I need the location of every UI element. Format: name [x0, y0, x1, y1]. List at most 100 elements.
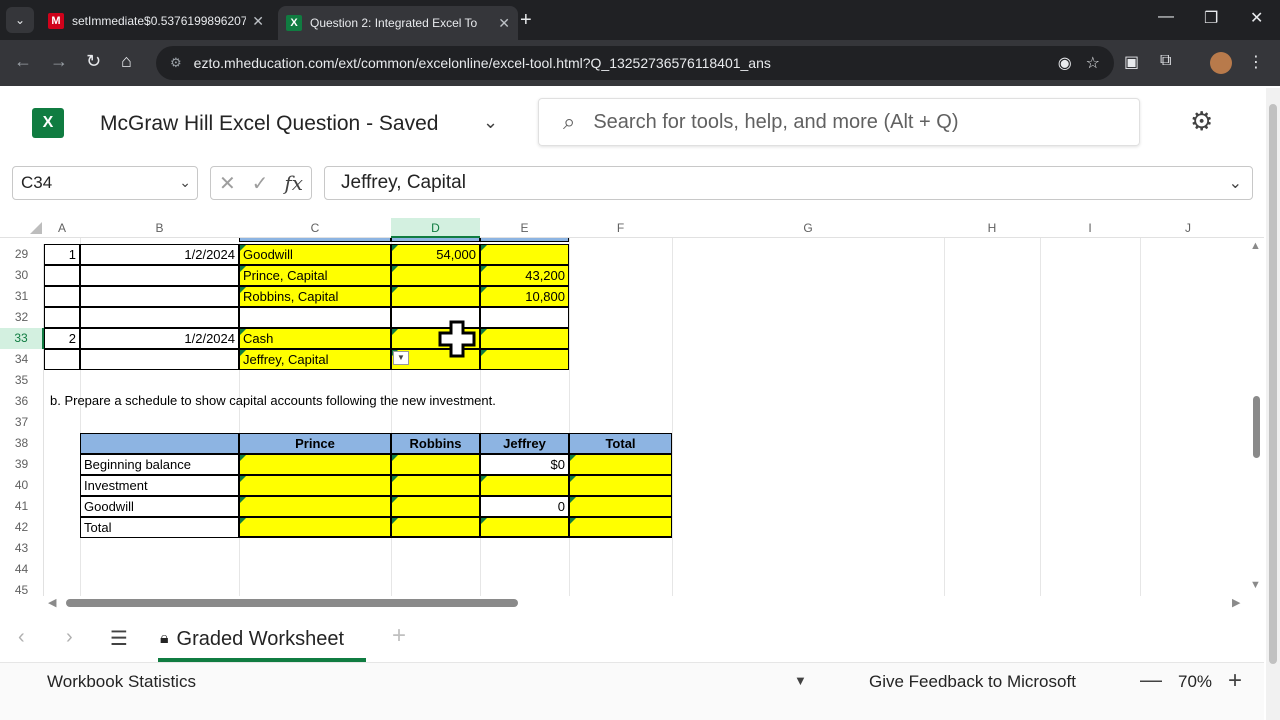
select-all-corner[interactable] — [30, 222, 42, 234]
worksheet-grid[interactable]: 29 30 31 32 33 34 35 36 37 38 39 40 41 4… — [0, 238, 1250, 596]
row-header[interactable]: 35 — [0, 370, 44, 391]
cell-b34[interactable] — [80, 349, 239, 370]
cell-d40[interactable] — [391, 475, 480, 496]
column-header-j[interactable]: J — [1140, 218, 1236, 238]
close-tab-icon[interactable]: ✕ — [498, 15, 510, 32]
cell-e32[interactable] — [480, 307, 569, 328]
scroll-left-icon[interactable]: ◀ — [48, 596, 56, 609]
cell-e31[interactable]: 10,800 — [480, 286, 569, 307]
column-header-i[interactable]: I — [1040, 218, 1140, 238]
cell-f40[interactable] — [569, 475, 672, 496]
forward-icon[interactable]: → — [50, 51, 68, 72]
new-tab-icon[interactable]: + — [520, 9, 532, 32]
give-feedback-link[interactable]: Give Feedback to Microsoft — [869, 672, 1076, 692]
row-header[interactable]: 43 — [0, 538, 44, 559]
chevron-down-icon[interactable]: ⌄ — [179, 174, 191, 191]
insert-function-icon[interactable]: fx — [284, 171, 303, 195]
formula-input[interactable]: Jeffrey, Capital ⌄ — [324, 166, 1253, 200]
gear-icon[interactable]: ⚙ — [1190, 106, 1213, 137]
minimize-icon[interactable]: — — [1158, 8, 1174, 26]
cancel-icon[interactable]: ✕ — [219, 171, 236, 196]
row-header[interactable]: 36 — [0, 391, 44, 412]
cell-a33[interactable]: 2 — [44, 328, 80, 349]
profile-avatar[interactable] — [1210, 52, 1232, 74]
cell-d31[interactable] — [391, 286, 480, 307]
cell-e33[interactable] — [480, 328, 569, 349]
row-header[interactable]: 29 — [0, 244, 44, 265]
cell-b29[interactable]: 1/2/2024 — [80, 244, 239, 265]
cell-e29[interactable] — [480, 244, 569, 265]
dropdown-arrow-icon[interactable]: ▼ — [393, 351, 409, 365]
row-header[interactable]: 37 — [0, 412, 44, 433]
column-header-f[interactable]: F — [569, 218, 672, 238]
row-header[interactable]: 31 — [0, 286, 44, 307]
next-sheet-icon[interactable]: › — [66, 626, 73, 649]
cell-a30[interactable] — [44, 265, 80, 286]
cell-c39[interactable] — [239, 454, 391, 475]
zoom-in-icon[interactable]: + — [1228, 667, 1242, 695]
column-header-a[interactable]: A — [44, 218, 80, 238]
cell-b31[interactable] — [80, 286, 239, 307]
row-header[interactable]: 45 — [0, 580, 44, 596]
zoom-out-icon[interactable]: — — [1140, 667, 1162, 693]
cell-c30[interactable]: Prince, Capital — [239, 265, 391, 286]
cell-d39[interactable] — [391, 454, 480, 475]
browser-tab-1[interactable]: M setImmediate$0.5376199896207 ✕ — [40, 6, 272, 36]
row-header[interactable]: 38 — [0, 433, 44, 454]
browser-tab-2[interactable]: X Question 2: Integrated Excel To ✕ — [278, 6, 518, 40]
row-header[interactable]: 39 — [0, 454, 44, 475]
home-icon[interactable]: ⌂ — [121, 51, 132, 72]
address-bar[interactable]: ⚙ ezto.mheducation.com/ext/common/excelo… — [156, 46, 1114, 80]
cell-f39[interactable] — [569, 454, 672, 475]
name-box[interactable]: C34 ⌄ — [12, 166, 198, 200]
tab-search-icon[interactable]: ⌄ — [6, 7, 34, 33]
cell-d42[interactable] — [391, 517, 480, 538]
browser-menu-icon[interactable]: ⋮ — [1248, 52, 1264, 72]
cell-d29[interactable]: 54,000 — [391, 244, 480, 265]
row-header[interactable]: 32 — [0, 307, 44, 328]
cell-e30[interactable]: 43,200 — [480, 265, 569, 286]
cell-c42[interactable] — [239, 517, 391, 538]
cell-a32[interactable] — [44, 307, 80, 328]
cell-e40[interactable] — [480, 475, 569, 496]
row-header[interactable]: 34 — [0, 349, 44, 370]
cell-c40[interactable] — [239, 475, 391, 496]
all-sheets-icon[interactable]: ☰ — [110, 626, 128, 651]
row-header[interactable]: 42 — [0, 517, 44, 538]
column-header-h[interactable]: H — [944, 218, 1040, 238]
cell-b32[interactable] — [80, 307, 239, 328]
column-header-c[interactable]: C — [239, 218, 391, 238]
zoom-level[interactable]: 70% — [1178, 672, 1212, 692]
back-icon[interactable]: ← — [14, 51, 32, 72]
sheet-tab-graded-worksheet[interactable]: 🔒︎ Graded Worksheet — [158, 620, 366, 662]
cell-e41[interactable]: 0 — [480, 496, 569, 517]
page-scrollbar-thumb[interactable] — [1269, 104, 1277, 664]
document-title[interactable]: McGraw Hill Excel Question - Saved — [100, 112, 438, 136]
cell-f41[interactable] — [569, 496, 672, 517]
bookmark-star-icon[interactable]: ☆ — [1086, 53, 1100, 73]
cell-e42[interactable] — [480, 517, 569, 538]
enter-icon[interactable]: ✓ — [252, 171, 269, 196]
cell-d30[interactable] — [391, 265, 480, 286]
site-info-icon[interactable]: ⚙ — [170, 55, 182, 71]
close-tab-icon[interactable]: ✕ — [252, 13, 264, 30]
scroll-up-icon[interactable]: ▲ — [1250, 240, 1261, 252]
cell-c41[interactable] — [239, 496, 391, 517]
horizontal-scrollbar-thumb[interactable] — [66, 599, 518, 607]
prev-sheet-icon[interactable]: ‹ — [18, 626, 25, 649]
column-header-b[interactable]: B — [80, 218, 239, 238]
row-header[interactable]: 41 — [0, 496, 44, 517]
row-header-selected[interactable]: 33 — [0, 328, 44, 349]
cell-b33[interactable]: 1/2/2024 — [80, 328, 239, 349]
row-header[interactable]: 44 — [0, 559, 44, 580]
extensions-puzzle-icon[interactable]: ⧉ — [1160, 52, 1171, 70]
restore-icon[interactable]: ❐ — [1204, 8, 1218, 28]
cell-e34[interactable] — [480, 349, 569, 370]
reload-icon[interactable]: ↻ — [86, 51, 101, 72]
cell-c31[interactable]: Robbins, Capital — [239, 286, 391, 307]
cell-b30[interactable] — [80, 265, 239, 286]
chevron-down-icon[interactable]: ▼ — [794, 673, 807, 688]
close-window-icon[interactable]: ✕ — [1250, 8, 1263, 28]
cell-f42[interactable] — [569, 517, 672, 538]
extension-icon[interactable]: ▣ — [1124, 52, 1139, 72]
